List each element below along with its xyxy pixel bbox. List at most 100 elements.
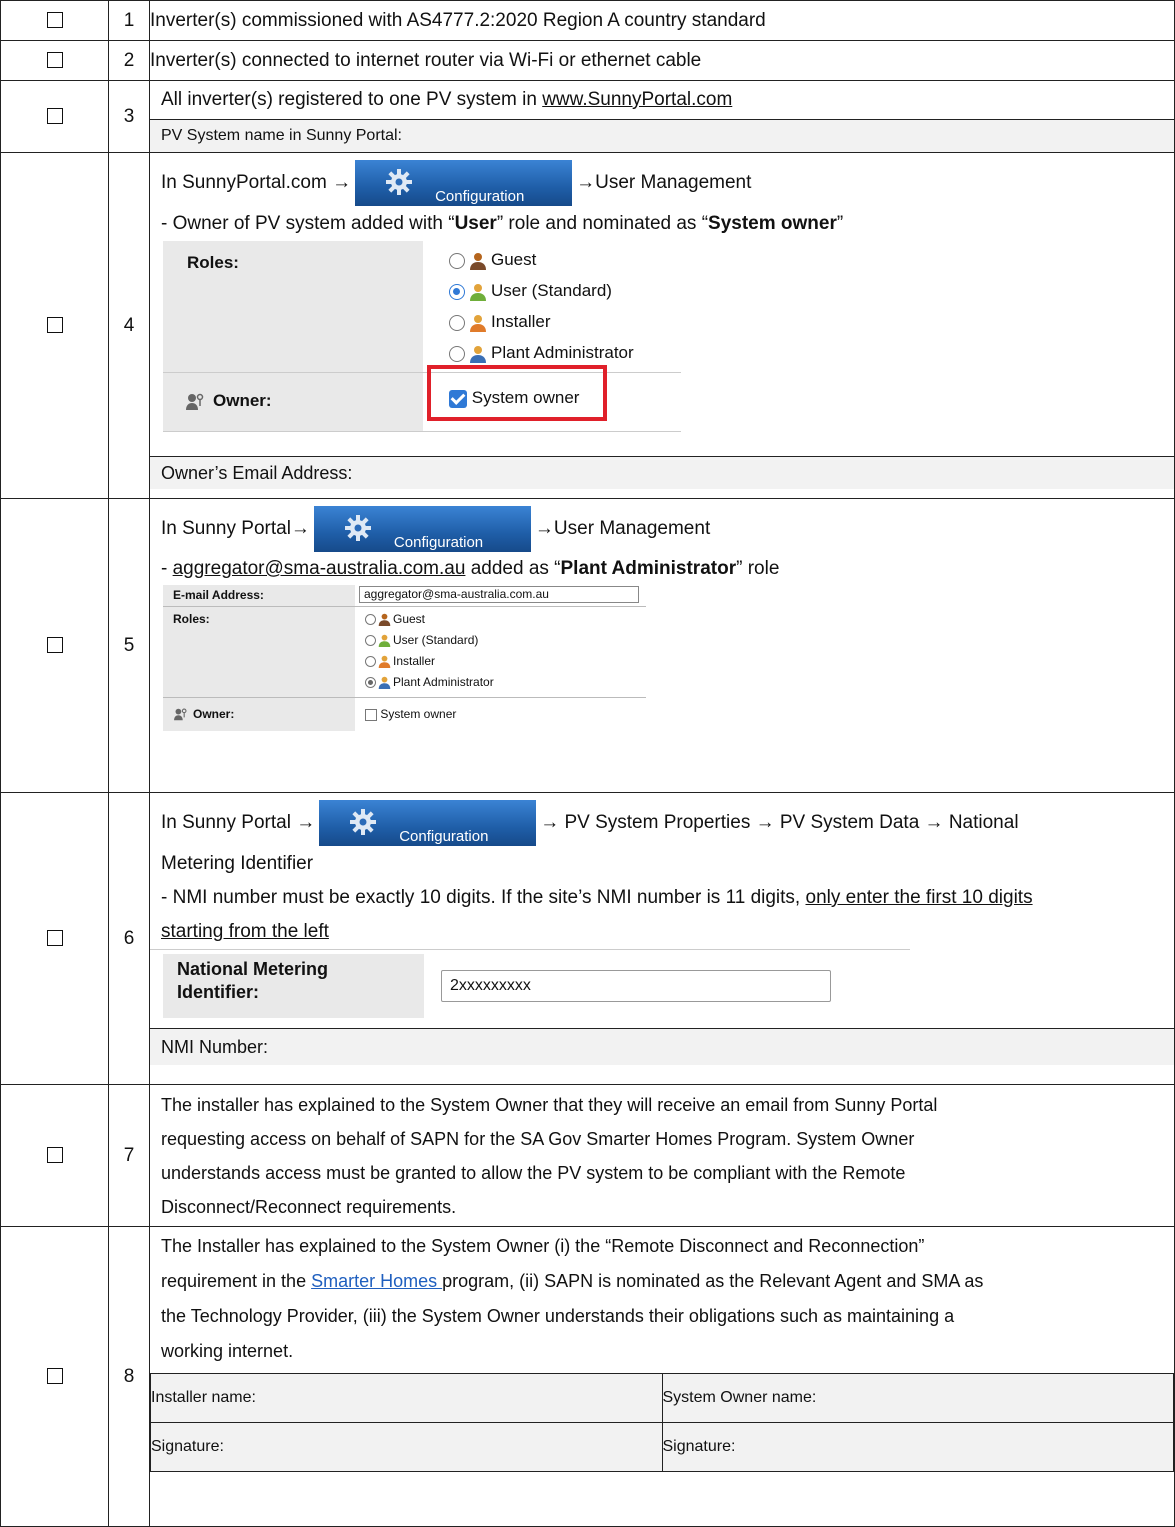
gear-icon bbox=[386, 168, 413, 195]
configuration-label: Configuration bbox=[399, 827, 489, 845]
signature-table: Installer name: System Owner name: Signa… bbox=[150, 1373, 1174, 1472]
row-text: The Installer has explained to the Syste… bbox=[161, 1236, 984, 1361]
owner-label: Owner: bbox=[185, 391, 272, 411]
checklist-row-7: 7 The installer has explained to the Sys… bbox=[0, 1084, 1175, 1227]
checklist-page: 1 Inverter(s) commissioned with AS4777.2… bbox=[0, 0, 1175, 1527]
checkbox-row-5[interactable] bbox=[46, 637, 63, 654]
roles-panel: Roles: Owner: Guest User (Standard) Inst… bbox=[163, 241, 681, 432]
row-number: 1 bbox=[108, 0, 150, 41]
row-text: All inverter(s) registered to one PV sys… bbox=[161, 89, 543, 110]
row-instruction: - Owner of PV system added with “User” r… bbox=[161, 213, 844, 234]
nmi-panel: National Metering Identifier: 2xxxxxxxxx bbox=[150, 949, 910, 1026]
role-option-user[interactable]: User (Standard) bbox=[449, 281, 612, 301]
checkbox-row-6[interactable] bbox=[46, 930, 63, 947]
role-option-plant-admin[interactable]: Plant Administrator bbox=[449, 343, 634, 363]
row-number: 6 bbox=[108, 792, 150, 1085]
row-instruction-cont: starting from the left bbox=[161, 921, 329, 942]
radio-plant-admin[interactable] bbox=[365, 677, 376, 689]
checklist-table: 1 Inverter(s) commissioned with AS4777.2… bbox=[0, 0, 1175, 1527]
checkbox-row-7[interactable] bbox=[46, 1147, 63, 1164]
role-option-plant-admin[interactable]: Plant Administrator bbox=[365, 675, 494, 690]
configuration-label: Configuration bbox=[435, 187, 525, 205]
user-icon bbox=[378, 635, 391, 648]
row-number: 5 bbox=[108, 498, 150, 793]
email-label: E-mail Address: bbox=[173, 588, 264, 602]
users-icon bbox=[186, 393, 204, 410]
checkbox-unchecked[interactable] bbox=[365, 708, 377, 721]
gear-icon bbox=[350, 808, 377, 835]
role-option-guest[interactable]: Guest bbox=[365, 612, 425, 627]
checkbox-row-1[interactable] bbox=[46, 12, 63, 29]
nav-text: →User Management bbox=[534, 518, 711, 539]
email-input[interactable]: aggregator@sma-australia.com.au bbox=[359, 586, 639, 603]
configuration-button[interactable]: Configuration bbox=[319, 799, 537, 846]
roles-label: Roles: bbox=[187, 253, 239, 272]
radio-user[interactable] bbox=[365, 635, 376, 647]
highlight-box bbox=[427, 365, 607, 421]
checklist-row-1: 1 Inverter(s) commissioned with AS4777.2… bbox=[0, 0, 1175, 41]
nmi-number-field[interactable]: NMI Number: bbox=[150, 1028, 1174, 1065]
nmi-label: National Metering Identifier: bbox=[177, 959, 329, 1002]
user-icon bbox=[470, 283, 486, 301]
users-icon bbox=[174, 708, 187, 721]
row-text: Inverter(s) commissioned with AS4777.2:2… bbox=[149, 0, 1175, 41]
owner-name-field[interactable]: System Owner name: bbox=[661, 1373, 1174, 1423]
installer-icon bbox=[378, 656, 391, 669]
checkbox-row-2[interactable] bbox=[46, 52, 63, 69]
sunnyportal-link[interactable]: www.SunnyPortal.com bbox=[542, 89, 732, 110]
installer-name-field[interactable]: Installer name: bbox=[150, 1373, 663, 1423]
checklist-row-3: 3 All inverter(s) registered to one PV s… bbox=[0, 80, 1175, 153]
role-option-installer[interactable]: Installer bbox=[449, 312, 551, 332]
role-option-installer[interactable]: Installer bbox=[365, 654, 435, 669]
owner-label: Owner: bbox=[173, 707, 234, 721]
nav-text-line2: Metering Identifier bbox=[161, 853, 314, 874]
configuration-button[interactable]: Configuration bbox=[355, 159, 573, 206]
row-instruction: - aggregator@sma-australia.com.au added … bbox=[161, 558, 780, 579]
smarter-homes-link[interactable]: Smarter Homes bbox=[311, 1271, 442, 1291]
nav-text: →User Management bbox=[576, 172, 752, 193]
checklist-row-4: 4 In SunnyPortal.com → Configuration →User… bbox=[0, 152, 1175, 499]
role-option-guest[interactable]: Guest bbox=[449, 250, 536, 270]
row-text: The installer has explained to the Syste… bbox=[161, 1094, 938, 1217]
roles-label: Roles: bbox=[173, 612, 210, 626]
nav-text: In SunnyPortal.com → bbox=[161, 172, 352, 193]
row-instruction: - NMI number must be exactly 10 digits. … bbox=[161, 887, 1033, 908]
checkbox-row-3[interactable] bbox=[46, 108, 63, 125]
configuration-button[interactable]: Configuration bbox=[313, 505, 531, 552]
checklist-row-2: 2 Inverter(s) connected to internet rout… bbox=[0, 40, 1175, 81]
nmi-input[interactable]: 2xxxxxxxxx bbox=[441, 970, 831, 1002]
owner-email-field[interactable]: Owner’s Email Address: bbox=[150, 456, 1174, 489]
installer-icon bbox=[470, 314, 486, 332]
admin-icon bbox=[470, 345, 486, 363]
row-number: 3 bbox=[108, 80, 150, 153]
admin-icon bbox=[378, 677, 391, 690]
radio-guest[interactable] bbox=[365, 614, 376, 626]
gear-icon bbox=[344, 514, 371, 541]
row-number: 2 bbox=[108, 40, 150, 81]
radio-plant-admin[interactable] bbox=[449, 345, 465, 362]
row-number: 7 bbox=[108, 1084, 150, 1227]
radio-user[interactable] bbox=[449, 283, 465, 300]
radio-installer[interactable] bbox=[449, 314, 465, 331]
checklist-row-6: 6 In Sunny Portal → Configuration → PV Sys… bbox=[0, 792, 1175, 1085]
nav-text: In Sunny Portal → bbox=[161, 812, 316, 833]
nav-text: → PV System Properties → PV System Data … bbox=[540, 812, 1019, 833]
row-number: 4 bbox=[108, 152, 150, 499]
user-form-panel: E-mail Address: aggregator@sma-australia… bbox=[163, 585, 646, 731]
guest-user-icon bbox=[378, 614, 391, 627]
owner-signature-field[interactable]: Signature: bbox=[661, 1422, 1174, 1472]
system-owner-checkbox[interactable]: System owner bbox=[365, 707, 456, 721]
pv-system-name-field[interactable]: PV System name in Sunny Portal: bbox=[150, 119, 1174, 152]
checklist-row-8: 8 The Installer has explained to the Sys… bbox=[0, 1226, 1175, 1527]
configuration-label: Configuration bbox=[393, 533, 484, 551]
radio-guest[interactable] bbox=[449, 252, 465, 269]
checklist-row-5: 5 In Sunny Portal→ Configuration →User Man… bbox=[0, 498, 1175, 793]
guest-user-icon bbox=[470, 252, 486, 270]
row-text: Inverter(s) connected to internet router… bbox=[149, 40, 1175, 81]
installer-signature-field[interactable]: Signature: bbox=[150, 1422, 663, 1472]
radio-installer[interactable] bbox=[365, 656, 376, 668]
role-option-user[interactable]: User (Standard) bbox=[365, 633, 478, 648]
checkbox-row-8[interactable] bbox=[46, 1368, 63, 1385]
checkbox-row-4[interactable] bbox=[46, 317, 63, 334]
row-number: 8 bbox=[108, 1226, 150, 1527]
